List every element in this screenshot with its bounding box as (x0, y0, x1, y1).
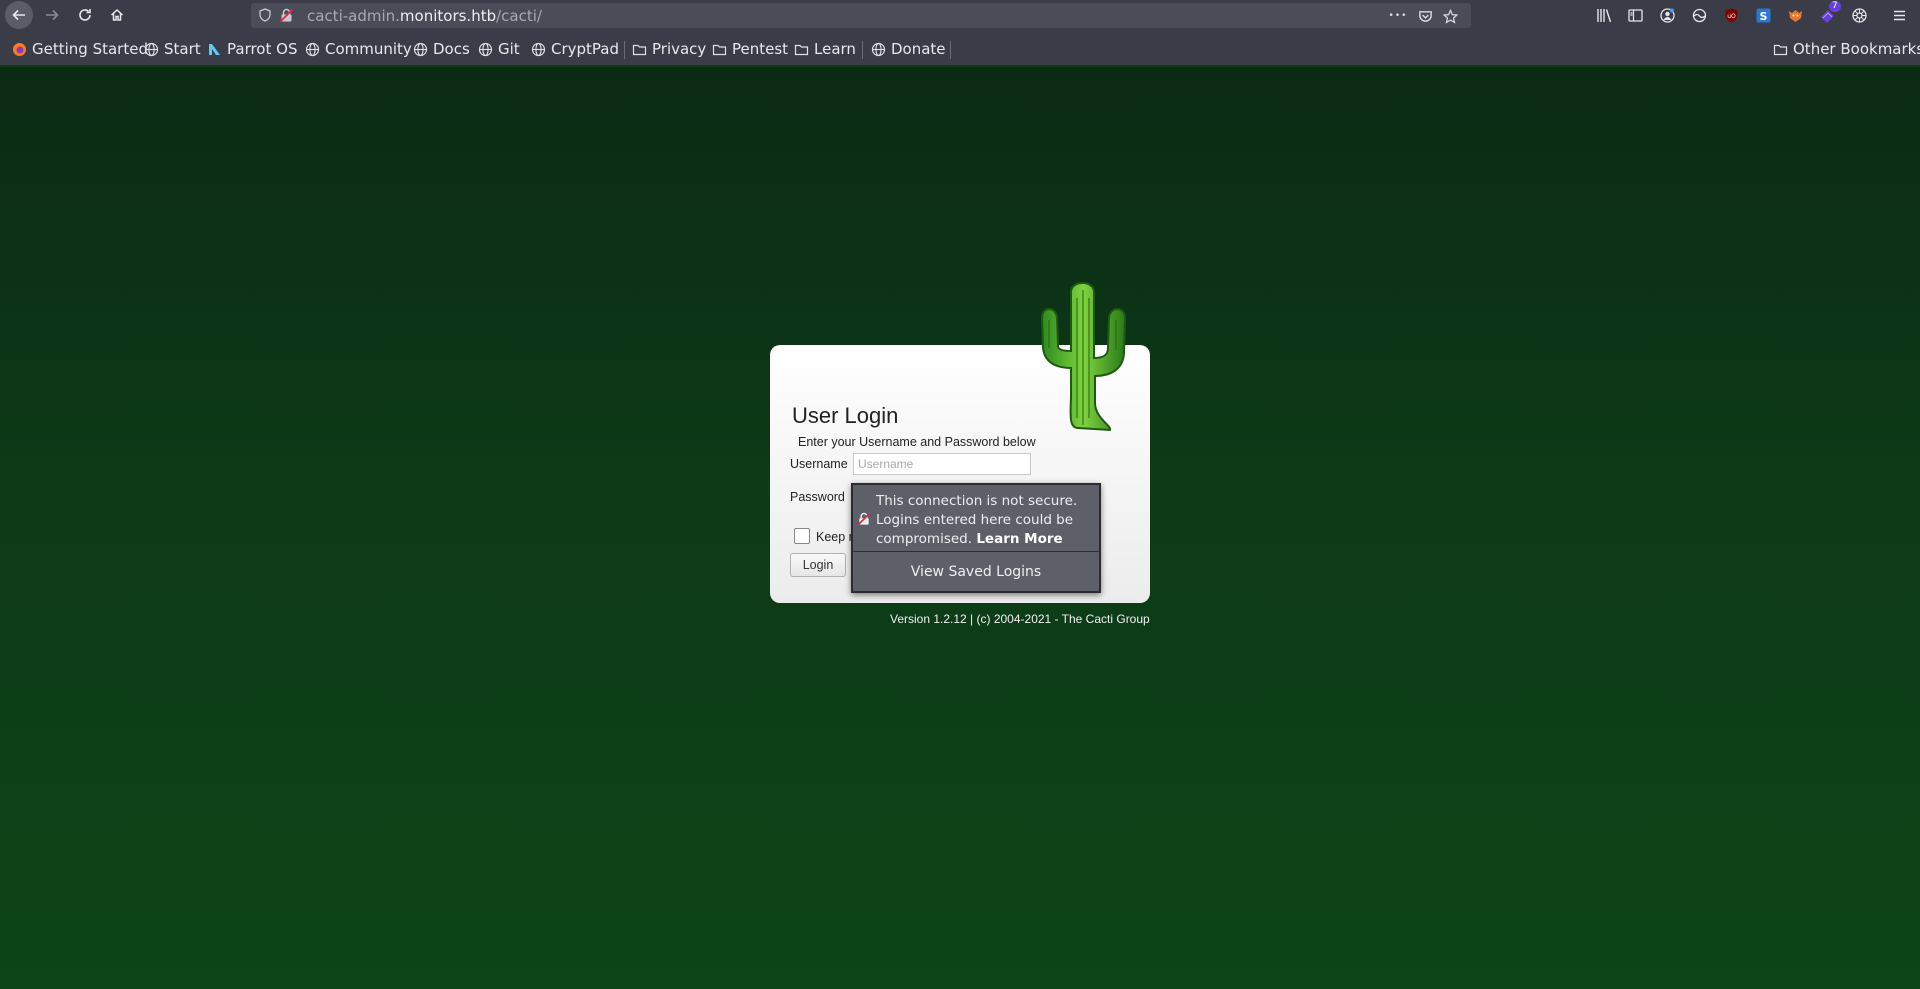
page-title: User Login (792, 403, 899, 428)
pocket-icon (1418, 10, 1432, 22)
globe-icon (478, 42, 493, 57)
home-icon (110, 8, 124, 21)
home-button[interactable] (103, 2, 131, 28)
browser-toolbar: cacti-admin.monitors.htb/cacti/ ••• uO S… (0, 0, 1920, 30)
bookmark-git[interactable]: Git (478, 39, 520, 59)
bookmark-label: Privacy (652, 40, 707, 58)
bookmark-docs[interactable]: Docs (413, 39, 470, 59)
arrow-right-icon (46, 9, 59, 21)
bookmark-folder-privacy[interactable]: Privacy (632, 39, 706, 59)
insecure-lock-icon[interactable] (279, 8, 294, 23)
bookmarks-toolbar: Getting Started Start Parrot OS Communit… (0, 30, 1920, 66)
folder-icon (632, 42, 647, 57)
bookmark-cryptpad[interactable]: CryptPad (531, 39, 619, 59)
bookmark-label: CryptPad (551, 40, 620, 58)
bookmark-label: Learn (814, 40, 856, 58)
bookmark-folder-pentest[interactable]: Pentest (712, 39, 788, 59)
menu-icon[interactable] (1888, 4, 1910, 26)
bookmark-label: Donate (891, 40, 946, 58)
extension-s-icon[interactable]: S (1752, 4, 1774, 26)
keep-signed-in-checkbox[interactable] (794, 528, 810, 544)
account-icon[interactable] (1656, 4, 1678, 26)
tracking-shield-icon[interactable] (258, 8, 272, 22)
bookmark-label: Parrot OS (227, 40, 298, 58)
bookmark-label: Git (498, 40, 520, 58)
star-icon (1442, 8, 1458, 24)
url-path: /cacti/ (496, 7, 542, 25)
forward-button[interactable] (38, 2, 66, 28)
settings-icon[interactable] (1848, 4, 1870, 26)
insecure-warning: This connection is not secure. Logins en… (853, 485, 1099, 552)
password-label: Password (790, 490, 845, 504)
parrot-icon (207, 42, 222, 57)
bookmark-separator (862, 41, 863, 59)
bookmark-label: Docs (433, 40, 470, 58)
ublock-icon[interactable]: uO (1720, 4, 1742, 26)
insecure-lock-icon (857, 512, 871, 526)
reload-button[interactable] (71, 2, 99, 28)
sidebar-icon[interactable] (1624, 4, 1646, 26)
username-label: Username (790, 457, 848, 471)
login-button[interactable]: Login (790, 553, 846, 577)
extension-badge-icon[interactable]: 7 (1816, 1, 1841, 26)
insecure-login-popup: This connection is not secure. Logins en… (851, 483, 1101, 593)
globe-icon (531, 42, 546, 57)
library-icon[interactable] (1593, 4, 1615, 26)
login-instructions: Enter your Username and Password below (798, 435, 1036, 449)
bookmark-label: Pentest (732, 40, 789, 58)
version-footer: Version 1.2.12 | (c) 2004-2021 - The Cac… (890, 612, 1150, 626)
folder-icon (794, 42, 809, 57)
cacti-logo (1040, 282, 1127, 432)
folder-icon (1773, 42, 1788, 57)
username-input[interactable] (853, 453, 1031, 475)
folder-icon (712, 42, 727, 57)
globe-icon (871, 42, 886, 57)
bookmark-folder-learn[interactable]: Learn (794, 39, 856, 59)
bookmark-getting-started[interactable]: Getting Started (12, 39, 148, 59)
url-bar[interactable]: cacti-admin.monitors.htb/cacti/ ••• (251, 3, 1471, 28)
bookmark-community[interactable]: Community (305, 39, 412, 59)
bookmark-label: Community (325, 40, 412, 58)
extension-icon[interactable] (1688, 4, 1710, 26)
more-icon: ••• (1388, 11, 1408, 21)
bookmark-start[interactable]: Start (144, 39, 201, 59)
pocket-button[interactable] (1416, 7, 1434, 25)
svg-text:uO: uO (1727, 13, 1736, 20)
extension-badge-count: 7 (1829, 1, 1841, 12)
globe-icon (305, 42, 320, 57)
bookmark-star-button[interactable] (1441, 7, 1459, 25)
url-text[interactable]: cacti-admin.monitors.htb/cacti/ (307, 7, 542, 25)
bookmark-other-bookmarks[interactable]: Other Bookmarks (1773, 39, 1920, 59)
page-actions-button[interactable]: ••• (1389, 7, 1407, 25)
reload-icon (79, 9, 91, 21)
back-button[interactable] (5, 1, 33, 29)
firefox-icon (12, 42, 27, 57)
view-saved-logins-button[interactable]: View Saved Logins (853, 553, 1099, 591)
globe-icon (144, 42, 159, 57)
foxyproxy-icon[interactable] (1784, 4, 1806, 26)
globe-icon (413, 42, 428, 57)
bookmark-separator (950, 41, 951, 59)
url-prefix: cacti-admin. (307, 7, 400, 25)
bookmark-label: Other Bookmarks (1793, 40, 1920, 58)
bookmark-label: Getting Started (32, 40, 148, 58)
url-host: monitors.htb (399, 7, 497, 25)
bookmark-separator (624, 41, 625, 59)
arrow-left-icon (12, 9, 25, 21)
bookmark-label: Start (164, 40, 201, 58)
bookmark-parrot-os[interactable]: Parrot OS (207, 39, 297, 59)
svg-text:S: S (1759, 10, 1767, 23)
learn-more-link[interactable]: Learn More (976, 531, 1062, 547)
bookmark-donate[interactable]: Donate (871, 39, 946, 59)
